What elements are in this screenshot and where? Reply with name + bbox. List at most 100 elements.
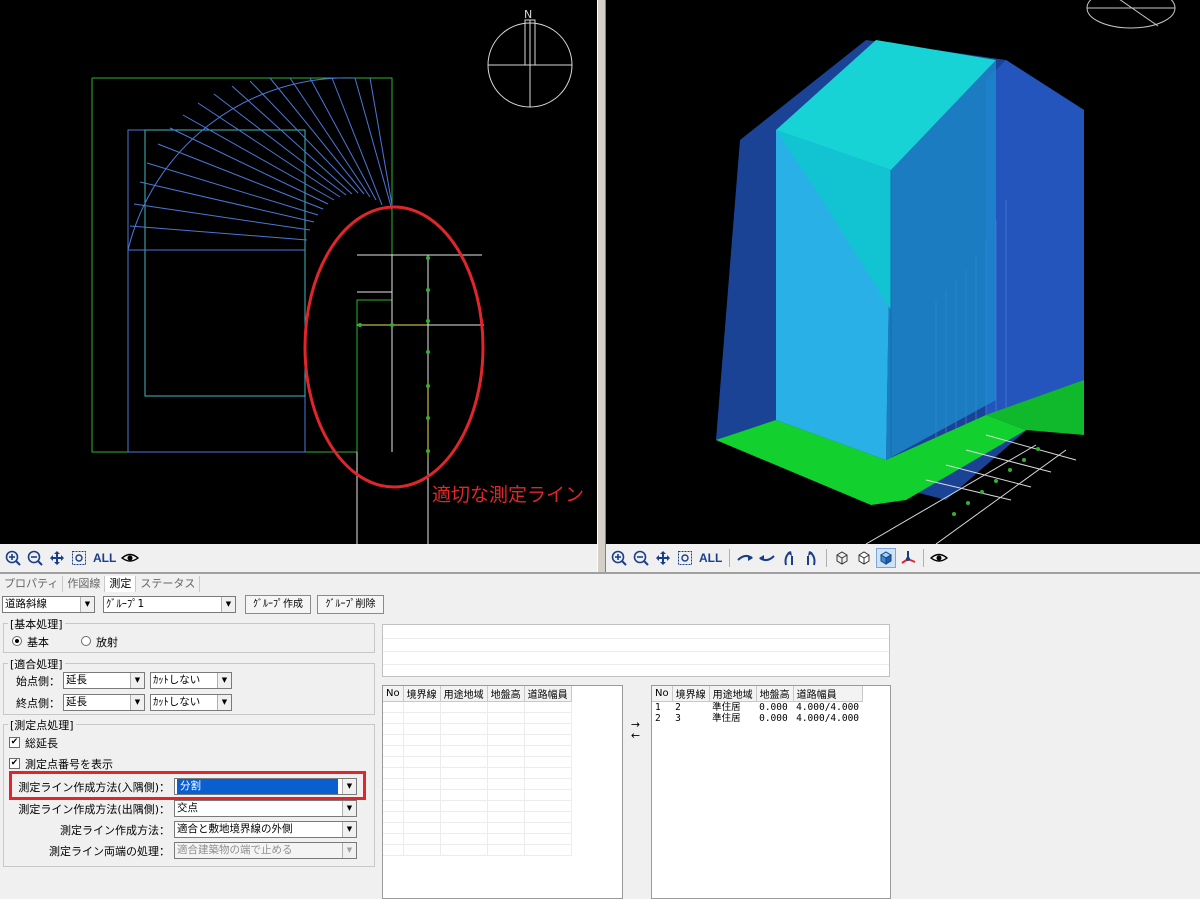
empty-row — [383, 767, 572, 779]
building-outline — [127, 129, 306, 453]
tab-measure[interactable]: 測定 — [105, 576, 137, 592]
tab-status[interactable]: ステータス — [136, 576, 201, 592]
col-boundary: 境界線 — [403, 686, 441, 702]
method-in-select[interactable]: 分割 ▼ — [174, 778, 357, 795]
hidden-cube-icon[interactable] — [854, 548, 874, 568]
toolbar-separator — [729, 549, 731, 567]
chevron-down-icon: ▼ — [130, 695, 144, 710]
transfer-buttons: → ← — [627, 719, 644, 744]
slant-volume-right — [986, 60, 1084, 420]
zoom-out-icon[interactable] — [25, 548, 45, 568]
cell-ground: 0.000 — [759, 702, 788, 713]
rotate-up-icon[interactable] — [779, 548, 799, 568]
start-extend-select[interactable]: 延長 ▼ — [63, 672, 145, 689]
empty-row — [383, 712, 572, 724]
col-ground: 地盤高 — [487, 686, 525, 702]
end-extend-value: 延長 — [66, 696, 87, 708]
cell-boundary: 3 — [675, 713, 681, 724]
start-cut-select[interactable]: ｶｯﾄしない ▼ — [150, 672, 232, 689]
empty-row — [383, 822, 572, 834]
method-value: 適合と敷地境界線の外側 — [177, 823, 293, 835]
annotation-ellipse — [303, 205, 485, 489]
radio-radial[interactable] — [81, 636, 91, 646]
line-type-select[interactable]: 道路斜線 ▼ — [2, 596, 95, 613]
ends-value: 適合建築物の端で止める — [177, 844, 293, 856]
axis-icon[interactable] — [898, 548, 918, 568]
rotate-right-icon[interactable] — [757, 548, 777, 568]
zoom-in-icon[interactable] — [609, 548, 629, 568]
empty-row — [383, 844, 572, 856]
panel-divider — [0, 572, 1200, 574]
rotate-left-icon[interactable] — [735, 548, 755, 568]
ends-select: 適合建築物の端で止める ▼ — [174, 842, 357, 859]
boundary-grid-right: No 境界線 用途地域 地盤高 道路幅員 1 2 準住居 0.000 4.000… — [652, 686, 863, 724]
zoom-window-icon[interactable] — [675, 548, 695, 568]
show-numbers-checkbox[interactable]: ✔ — [9, 758, 20, 769]
end-extend-select[interactable]: 延長 ▼ — [63, 694, 145, 711]
move-left-arrow[interactable]: ← — [627, 730, 644, 741]
col-zone: 用途地域 — [709, 686, 757, 702]
empty-row — [383, 734, 572, 746]
tab-properties[interactable]: プロパティ — [0, 576, 64, 592]
radio-radial-label: 放射 — [96, 636, 118, 649]
create-group-button[interactable]: ｸﾞﾙｰﾌﾟ作成 — [245, 595, 311, 614]
start-side-label: 始点側： — [16, 675, 60, 688]
table-row[interactable]: 2 3 準住居 0.000 4.000/4.000 — [652, 713, 862, 724]
shaded-cube-icon[interactable] — [876, 548, 897, 568]
eye-icon[interactable] — [120, 548, 140, 568]
wireframe-cube-icon[interactable] — [832, 548, 852, 568]
eye-icon[interactable] — [929, 548, 949, 568]
method-out-select[interactable]: 交点 ▼ — [174, 800, 357, 817]
toolbar-separator — [923, 549, 925, 567]
basic-group-title: [基本処理] — [8, 616, 65, 632]
zoom-window-icon[interactable] — [69, 548, 89, 568]
method-in-value: 分割 — [177, 779, 338, 794]
viewport-splitter[interactable] — [597, 0, 606, 572]
zoom-out-icon[interactable] — [631, 548, 651, 568]
chevron-down-icon: ▼ — [342, 822, 356, 837]
end-cut-select[interactable]: ｶｯﾄしない ▼ — [150, 694, 232, 711]
total-length-checkbox[interactable]: ✔ — [9, 737, 20, 748]
boundary-table-right[interactable]: No 境界線 用途地域 地盤高 道路幅員 1 2 準住居 0.000 4.000… — [651, 685, 891, 899]
start-cut-value: ｶｯﾄしない — [153, 674, 201, 686]
chevron-down-icon: ▼ — [130, 673, 144, 688]
zoom-all-button[interactable]: ALL — [697, 548, 724, 568]
radio-basic[interactable] — [12, 636, 22, 646]
basic-group: [基本処理] — [3, 616, 375, 653]
chevron-down-icon: ▼ — [217, 695, 231, 710]
end-side-label: 終点側： — [16, 697, 60, 710]
boundary-table-left[interactable]: No 境界線 用途地域 地盤高 道路幅員 — [382, 685, 623, 899]
show-numbers-label: 測定点番号を表示 — [25, 758, 113, 771]
method-select[interactable]: 適合と敷地境界線の外側 ▼ — [174, 821, 357, 838]
tab-drawing-lines[interactable]: 作図線 — [63, 576, 106, 592]
compass-north-label: N — [524, 8, 532, 21]
end-cut-value: ｶｯﾄしない — [153, 696, 201, 708]
cell-ground: 0.000 — [759, 713, 788, 724]
plan-viewport[interactable]: N 適切な測定ライン — [0, 0, 597, 544]
total-length-label: 総延長 — [25, 737, 58, 750]
annotation-text: 適切な測定ライン — [432, 484, 585, 506]
table-header: No 境界線 用途地域 地盤高 道路幅員 — [383, 686, 572, 702]
table-row[interactable]: 1 2 準住居 0.000 4.000/4.000 — [652, 702, 862, 714]
col-road-width: 道路幅員 — [793, 686, 863, 702]
compass-icon — [487, 19, 573, 108]
zoom-all-button[interactable]: ALL — [91, 548, 118, 568]
empty-row — [383, 789, 572, 801]
empty-row — [383, 723, 572, 735]
rotate-down-icon[interactable] — [801, 548, 821, 568]
delete-group-button[interactable]: ｸﾞﾙｰﾌﾟ削除 — [317, 595, 384, 614]
empty-row — [383, 756, 572, 768]
pan-icon[interactable] — [47, 548, 67, 568]
group-select[interactable]: ｸﾞﾙｰﾌﾟ1 ▼ — [103, 596, 236, 613]
fit-group-title: [適合処理] — [8, 656, 65, 672]
pan-icon[interactable] — [653, 548, 673, 568]
zoom-in-icon[interactable] — [3, 548, 23, 568]
method-out-value: 交点 — [177, 802, 198, 814]
info-panel — [382, 624, 890, 677]
orientation-disc-icon — [1086, 0, 1176, 29]
3d-viewport[interactable] — [606, 0, 1200, 544]
chevron-down-icon: ▼ — [217, 673, 231, 688]
col-no: No — [383, 686, 404, 702]
col-road-width: 道路幅員 — [524, 686, 572, 702]
plan-drawing: N — [91, 8, 573, 544]
